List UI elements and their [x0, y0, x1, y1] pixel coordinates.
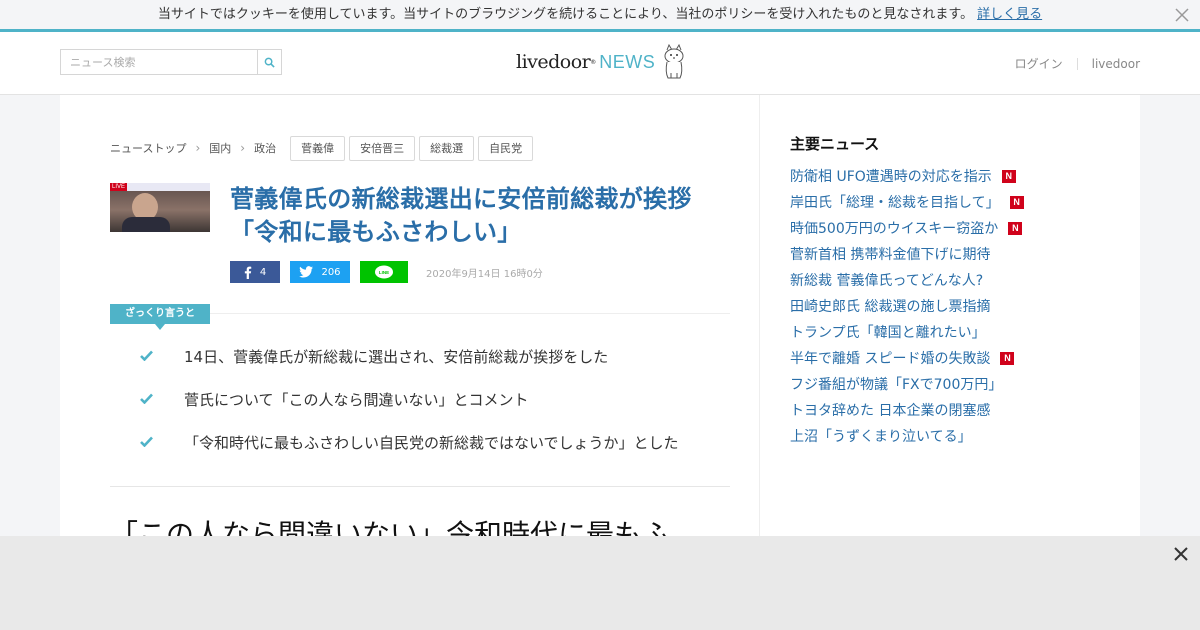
chevron-right-icon: › — [195, 141, 201, 155]
logo-news: NEWS — [599, 51, 656, 72]
news-item[interactable]: 防衛相 UFO遭遇時の対応を指示 N — [790, 163, 1080, 189]
news-item-label: 田崎史郎氏 総裁選の施し票指摘 — [790, 299, 991, 315]
breadcrumb-item-top[interactable]: ニューストップ — [110, 140, 186, 156]
twitter-icon — [299, 266, 314, 278]
site-header: livedoor®NEWS ログイン livedoor — [0, 32, 1200, 95]
checkmark-icon — [140, 346, 184, 365]
twitter-share-count: 206 — [321, 266, 341, 278]
summary-list: 14日、菅義偉氏が新総裁に選出され、安倍前総裁が挨拶をした 菅氏について「この人… — [140, 346, 720, 475]
article-subheading: 「この人なら間違いない」令和時代に最もふ — [110, 518, 671, 536]
livedoor-link[interactable]: livedoor — [1092, 57, 1140, 71]
summary-item: 14日、菅義偉氏が新総裁に選出され、安倍前総裁が挨拶をした — [140, 346, 720, 389]
tag-item[interactable]: 総裁選 — [419, 135, 475, 161]
search-icon — [264, 57, 275, 68]
summary-divider — [210, 313, 730, 314]
article-column: ニューストップ › 国内 › 政治 菅義偉 安倍晋三 総裁選 自民党 LIVE … — [60, 95, 760, 536]
article-date: 2020年9月14日 16時0分 — [426, 268, 543, 280]
tag-item[interactable]: 菅義偉 — [290, 135, 346, 161]
checkmark-icon — [140, 432, 184, 451]
news-item[interactable]: 田崎史郎氏 総裁選の施し票指摘 — [790, 293, 1080, 319]
news-item[interactable]: 菅新首相 携帯料金値下げに期待 — [790, 241, 1080, 267]
main-content: ニューストップ › 国内 › 政治 菅義偉 安倍晋三 総裁選 自民党 LIVE … — [60, 95, 1140, 536]
article-title: 菅義偉氏の新総裁選出に安倍前総裁が挨拶「令和に最もふさわしい」 — [230, 185, 692, 246]
thumbnail-caption-bar — [120, 183, 210, 191]
news-item-label: 時価500万円のウイスキー窃盗か — [790, 221, 999, 237]
search-button[interactable] — [257, 50, 281, 74]
tag-item[interactable]: 自民党 — [478, 135, 534, 161]
news-item[interactable]: 上沼「うずくまり泣いてる」 — [790, 423, 1080, 449]
summary-label: ざっくり言うと — [110, 304, 210, 330]
news-item-label: 半年で離婚 スピード婚の失敗談 — [790, 351, 991, 367]
search-input[interactable] — [61, 50, 257, 74]
line-icon-label: LINE — [379, 270, 389, 275]
cookie-text: 当サイトではクッキーを使用しています。当サイトのブラウジングを続けることにより、… — [157, 7, 974, 22]
summary-text: 14日、菅義偉氏が新総裁に選出され、安倍前総裁が挨拶をした — [184, 348, 609, 366]
cookie-more-link[interactable]: 詳しく見る — [977, 7, 1042, 22]
news-item[interactable]: 新総裁 菅義偉氏ってどんな人? — [790, 267, 1080, 293]
sidebar-heading: 主要ニュース — [790, 135, 880, 153]
news-item-label: 防衛相 UFO遭遇時の対応を指示 — [790, 169, 992, 185]
summary-text: 「令和時代に最もふさわしい自民党の新総裁ではないでしょうか」とした — [184, 434, 679, 452]
line-share-button[interactable]: LINE — [360, 261, 408, 283]
news-item[interactable]: フジ番組が物議「FXで700万円」 — [790, 371, 1080, 397]
news-item[interactable]: 時価500万円のウイスキー窃盗か N — [790, 215, 1080, 241]
facebook-share-count: 4 — [259, 266, 267, 278]
summary-text: 菅氏について「この人なら間違いない」とコメント — [184, 391, 529, 409]
thumbnail-suit — [122, 217, 170, 232]
summary-item: 「令和時代に最もふさわしい自民党の新総裁ではないでしょうか」とした — [140, 432, 720, 475]
dog-mascot-icon — [664, 44, 684, 79]
article-thumbnail[interactable]: LIVE — [110, 183, 210, 232]
section-divider — [110, 486, 730, 487]
news-item-label: トランプ氏「韓国と離れたい」 — [790, 325, 986, 341]
new-badge: N — [1008, 221, 1023, 235]
new-badge: N — [1009, 195, 1024, 209]
checkmark-icon — [140, 389, 184, 408]
search-box — [60, 49, 282, 75]
logo-wordmark: livedoor — [516, 51, 591, 73]
tag-item[interactable]: 安倍晋三 — [349, 135, 416, 161]
news-item-label: 岸田氏「総理・総裁を目指して」 — [790, 195, 1000, 211]
news-item[interactable]: トヨタ辞めた 日本企業の閉塞感 — [790, 397, 1080, 423]
news-item[interactable]: トランプ氏「韓国と離れたい」 — [790, 319, 1080, 345]
live-badge: LIVE — [110, 183, 128, 191]
news-item-label: 新総裁 菅義偉氏ってどんな人? — [790, 273, 984, 289]
new-badge: N — [1001, 169, 1016, 183]
top-news-list: 防衛相 UFO遭遇時の対応を指示 N 岸田氏「総理・総裁を目指して」 N 時価500… — [790, 163, 1080, 449]
close-icon[interactable] — [1172, 545, 1190, 563]
summary-item: 菅氏について「この人なら間違いない」とコメント — [140, 389, 720, 432]
close-icon[interactable] — [1174, 7, 1190, 23]
divider — [1076, 57, 1078, 70]
breadcrumb-item-politics[interactable]: 政治 — [254, 140, 276, 156]
site-logo[interactable]: livedoor ® NEWS — [516, 42, 687, 82]
cookie-bar: 当サイトではクッキーを使用しています。当サイトのブラウジングを続けることにより、… — [0, 0, 1200, 32]
breadcrumb: ニューストップ › 国内 › 政治 菅義偉 安倍晋三 総裁選 自民党 — [110, 135, 537, 161]
news-item-label: 上沼「うずくまり泣いてる」 — [790, 429, 972, 445]
chevron-right-icon: › — [240, 141, 246, 155]
new-badge: N — [1000, 351, 1015, 365]
line-icon: LINE — [375, 265, 393, 279]
breadcrumb-item-domestic[interactable]: 国内 — [209, 140, 231, 156]
news-item[interactable]: 半年で離婚 スピード婚の失敗談 N — [790, 345, 1080, 371]
facebook-icon — [244, 266, 252, 279]
news-item-label: フジ番組が物議「FXで700万円」 — [790, 377, 1003, 393]
news-item-label: トヨタ辞めた 日本企業の閉塞感 — [790, 403, 991, 419]
news-item-label: 菅新首相 携帯料金値下げに期待 — [790, 247, 991, 263]
share-bar: 4 206 LINE 2020年9月14日 16時0分 — [230, 261, 543, 283]
header-links: ログイン livedoor — [1015, 55, 1140, 72]
facebook-share-button[interactable]: 4 — [230, 261, 280, 283]
tag-list: 菅義偉 安倍晋三 総裁選 自民党 — [290, 135, 537, 161]
login-link[interactable]: ログイン — [1015, 55, 1063, 72]
ad-overlay — [0, 536, 1200, 630]
news-item[interactable]: 岸田氏「総理・総裁を目指して」 N — [790, 189, 1080, 215]
logo-registered-mark: ® — [590, 58, 597, 66]
twitter-share-button[interactable]: 206 — [290, 261, 350, 283]
